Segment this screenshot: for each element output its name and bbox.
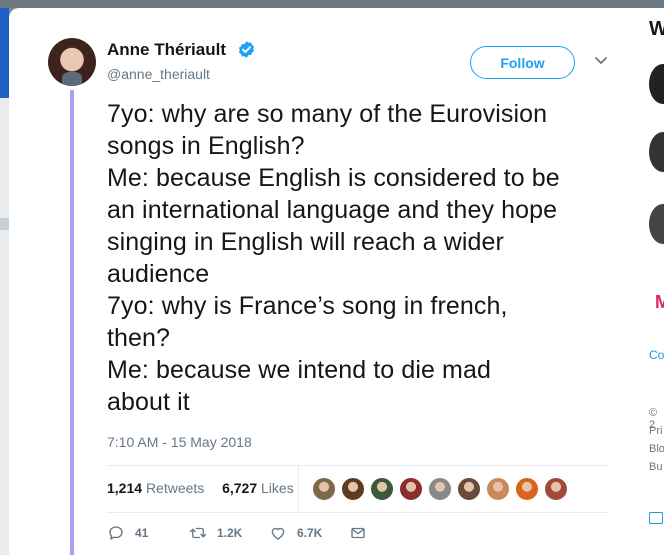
sidebar-link-fragment[interactable]: Co [649, 348, 664, 362]
retweet-icon[interactable] [189, 524, 207, 542]
follow-button[interactable]: Follow [470, 46, 575, 79]
reply-icon[interactable] [107, 524, 125, 542]
liker-avatar[interactable] [457, 477, 481, 501]
liker-avatar[interactable] [544, 477, 568, 501]
thread-line [70, 90, 74, 555]
tweet-text-line: 7yo: why is France’s song in french, [107, 292, 508, 320]
retweet-count: 1.2K [217, 526, 243, 540]
liker-avatar[interactable] [515, 477, 539, 501]
sidebar-avatar[interactable] [649, 204, 664, 244]
tweet-text-line: then? [107, 324, 171, 352]
liker-avatars [312, 477, 573, 501]
chevron-down-icon[interactable] [594, 56, 608, 66]
tweet-text-line: an international language and they hope [107, 196, 558, 224]
tweet-text-line: singing in English will reach a wider [107, 228, 504, 256]
tweet-text-line: Me: because we intend to die mad [107, 356, 491, 384]
tweet-text-line: about it [107, 388, 190, 416]
reply-action[interactable]: 41 [107, 524, 148, 542]
divider [298, 465, 299, 512]
backdrop-divider [0, 218, 9, 230]
retweets-label[interactable]: Retweets [146, 480, 204, 496]
liker-avatar[interactable] [341, 477, 365, 501]
divider [107, 512, 609, 513]
liker-avatar[interactable] [399, 477, 423, 501]
like-count: 6.7K [297, 526, 323, 540]
sidebar-red-logo-fragment: M [655, 292, 664, 312]
sidebar-heading-fragment: W [649, 18, 664, 40]
tweet-stats: 1,214 Retweets 6,727 Likes [107, 480, 294, 496]
liker-avatar[interactable] [486, 477, 510, 501]
tweet-text-line: songs in English? [107, 132, 305, 160]
divider [107, 465, 609, 466]
author-handle[interactable]: @anne_theriault [107, 66, 210, 82]
sidebar-footer-item[interactable]: Bu [649, 461, 662, 473]
tweet-text: 7yo: why are so many of the Eurovision s… [107, 98, 627, 418]
backdrop-header-strip [0, 8, 9, 98]
backdrop-timeline-strip [0, 98, 9, 555]
liker-avatar[interactable] [370, 477, 394, 501]
heart-icon[interactable] [269, 524, 287, 542]
tweet-text-line: audience [107, 260, 210, 288]
backdrop-top [0, 0, 664, 8]
likes-count[interactable]: 6,727 [222, 480, 257, 496]
author-avatar[interactable] [48, 38, 96, 86]
sidebar-avatar[interactable] [649, 64, 664, 104]
tweet-text-line: Me: because English is considered to be [107, 164, 560, 192]
external-link-icon[interactable] [649, 512, 663, 524]
retweets-count[interactable]: 1,214 [107, 480, 142, 496]
likes-label[interactable]: Likes [261, 480, 294, 496]
envelope-icon[interactable] [349, 524, 367, 542]
message-action[interactable] [349, 524, 377, 542]
liker-avatar[interactable] [312, 477, 336, 501]
sidebar-footer-item[interactable]: Blo [649, 443, 664, 455]
sidebar-footer-item[interactable]: Pri [649, 425, 662, 437]
tweet-timestamp[interactable]: 7:10 AM - 15 May 2018 [107, 434, 252, 450]
sidebar-avatar[interactable] [649, 132, 664, 172]
tweet-text-line: 7yo: why are so many of the Eurovision [107, 100, 548, 128]
reply-count: 41 [135, 526, 149, 540]
like-action[interactable]: 6.7K [269, 524, 322, 542]
liker-avatar[interactable] [428, 477, 452, 501]
verified-badge-icon [238, 41, 255, 58]
author-name[interactable]: Anne Thériault [107, 40, 226, 60]
retweet-action[interactable]: 1.2K [189, 524, 242, 542]
